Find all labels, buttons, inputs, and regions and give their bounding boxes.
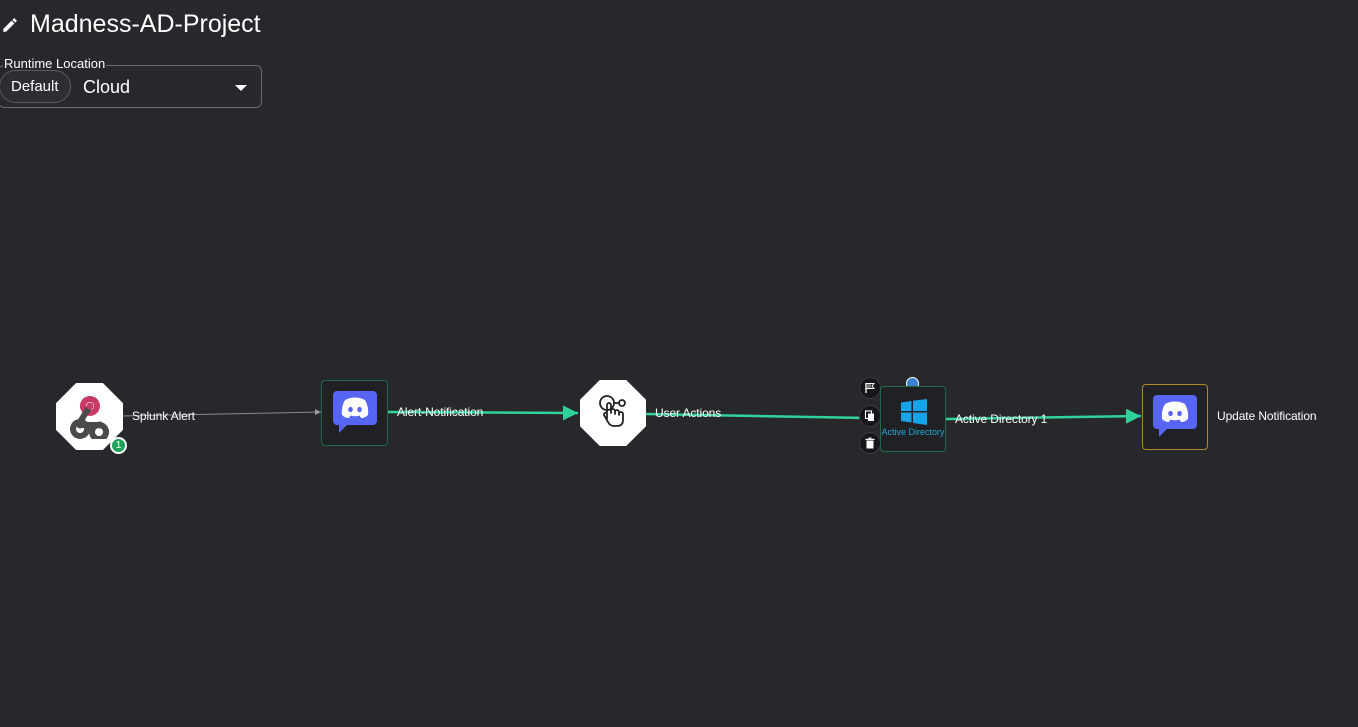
- active-directory-label: Active Directory 1: [955, 412, 1048, 426]
- trash-icon[interactable]: [859, 432, 881, 454]
- active-directory-caption: Active Directory: [881, 427, 945, 437]
- discord-icon: [1151, 391, 1199, 444]
- active-directory-node[interactable]: Active Directory: [880, 386, 946, 452]
- alert-notification-label: Alert-Notification: [397, 405, 484, 419]
- update-notification-node[interactable]: [1142, 384, 1208, 450]
- hand-pointer-icon: [595, 393, 631, 434]
- user-actions-node[interactable]: [580, 380, 646, 446]
- user-actions-label: User Actions: [655, 406, 722, 420]
- discord-icon: [331, 387, 379, 440]
- workflow-edges: [122, 405, 1142, 424]
- windows-icon: [901, 399, 927, 430]
- flag-icon[interactable]: [859, 377, 881, 399]
- copy-icon[interactable]: [859, 405, 881, 427]
- count-badge: 1: [110, 437, 127, 454]
- webhook-icon: [65, 389, 115, 444]
- update-notification-label: Update Notification: [1217, 409, 1317, 423]
- workflow-editor: Madness-AD-Project Runtime Location Defa…: [0, 0, 1358, 727]
- splunk-alert-label: Splunk Alert: [132, 409, 195, 423]
- alert-notification-node[interactable]: [321, 380, 388, 446]
